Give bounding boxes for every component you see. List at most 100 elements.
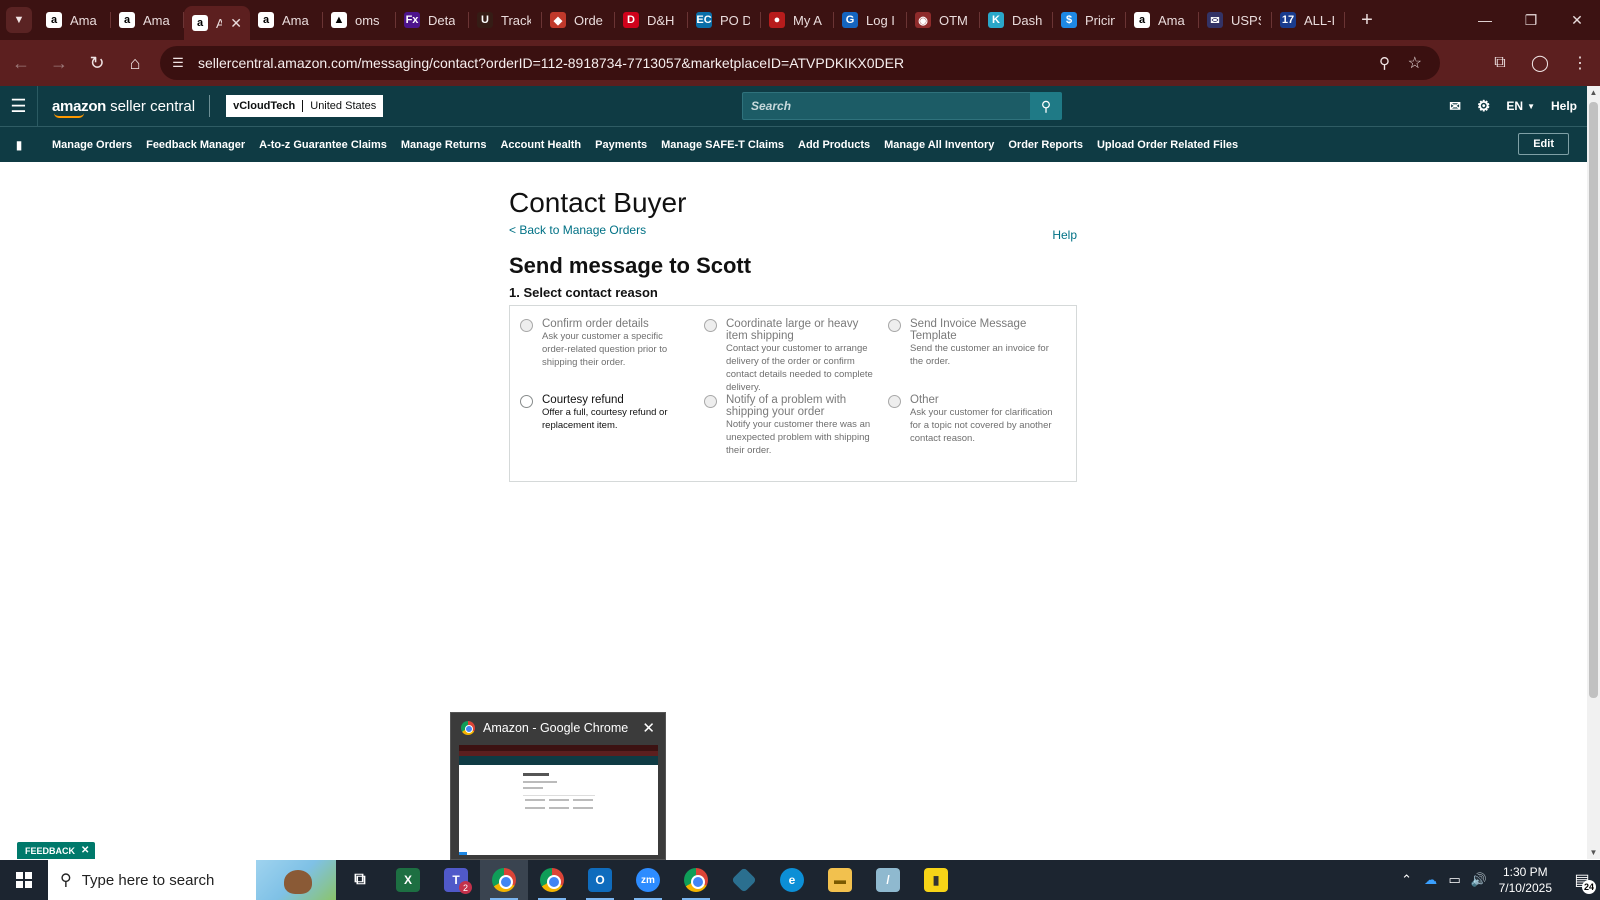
nav-link[interactable]: A-to-z Guarantee Claims (259, 139, 387, 151)
browser-tab[interactable]: ✉ USPS (1199, 0, 1272, 40)
sticky-notes-icon[interactable]: ▮ (912, 860, 960, 900)
nav-link[interactable]: Add Products (798, 139, 870, 151)
browser-tab[interactable]: G Log I (834, 0, 907, 40)
taskbar-search-box[interactable]: ⚲ Type here to search (48, 860, 336, 900)
home-icon[interactable]: ⌂ (118, 46, 152, 80)
page-help-link[interactable]: Help (1052, 228, 1077, 242)
settings-gear-icon[interactable]: ⚙ (1477, 97, 1490, 115)
contact-reason-option[interactable]: Courtesy refund Offer a full, courtesy re… (520, 394, 690, 432)
nav-link[interactable]: Manage Orders (52, 139, 132, 151)
extensions-icon[interactable]: ⧉ (1480, 54, 1520, 72)
search-input[interactable]: Search (742, 92, 1030, 120)
browser-tab[interactable]: Fx Deta (396, 0, 469, 40)
edge-icon[interactable]: e (768, 860, 816, 900)
tab-favicon-icon: a (258, 12, 274, 28)
page-scrollbar[interactable]: ▲ ▼ (1587, 86, 1600, 859)
scrollbar-thumb[interactable] (1589, 102, 1598, 698)
nav-edit-button[interactable]: Edit (1518, 133, 1569, 155)
tab-favicon-icon: 17 (1280, 12, 1296, 28)
taskbar-window-preview[interactable]: Amazon - Google Chrome ✕ (450, 712, 666, 860)
address-bar[interactable]: ☰ sellercentral.amazon.com/messaging/con… (160, 46, 1440, 80)
tab-close-icon[interactable]: ✕ (230, 15, 242, 32)
search-icon[interactable]: ⚲ (1030, 92, 1062, 120)
back-to-manage-orders-link[interactable]: < Back to Manage Orders (509, 223, 1077, 237)
file-explorer-icon[interactable]: ▬ (816, 860, 864, 900)
new-tab-icon[interactable]: + (1355, 9, 1379, 32)
chrome-app-icon[interactable] (672, 860, 720, 900)
menu-icon[interactable]: ⋮ (1560, 53, 1600, 73)
browser-tab[interactable]: K Dash (980, 0, 1053, 40)
reason-label: Coordinate large or heavy item shipping (726, 318, 859, 342)
browser-tab[interactable]: 17 ALL-I (1272, 0, 1345, 40)
forward-icon[interactable]: → (42, 46, 76, 80)
chrome-profile-taskbar-icon[interactable] (528, 860, 576, 900)
radio-button[interactable] (520, 395, 533, 408)
browser-tab[interactable]: ◆ Orde (542, 0, 615, 40)
feedback-tab[interactable]: FEEDBACK ✕ (17, 842, 96, 859)
nav-link[interactable]: Manage SAFE-T Claims (661, 139, 784, 151)
browser-tab[interactable]: U Track (469, 0, 542, 40)
browser-tab[interactable]: ▲ oms (323, 0, 396, 40)
browser-tab[interactable]: ● My A (761, 0, 834, 40)
task-view-icon[interactable]: ⧉ (336, 860, 384, 900)
nav-link[interactable]: Manage All Inventory (884, 139, 994, 151)
tab-search-icon[interactable]: ▼ (6, 7, 32, 33)
zoom-glyph: zm (636, 868, 660, 892)
bookmark-icon[interactable]: ▮ (0, 138, 38, 152)
volume-icon[interactable]: 🔊 (1467, 872, 1491, 888)
browser-tab[interactable]: EC PO D (688, 0, 761, 40)
outlook-icon[interactable]: O (576, 860, 624, 900)
restore-icon[interactable]: ❐ (1508, 0, 1554, 40)
nav-link[interactable]: Payments (595, 139, 647, 151)
hamburger-menu-icon[interactable]: ☰ (0, 86, 38, 126)
browser-tab[interactable]: D D&H (615, 0, 688, 40)
feedback-close-icon[interactable]: ✕ (81, 845, 89, 856)
tab-label: Track (501, 12, 531, 28)
back-icon[interactable]: ← (4, 46, 38, 80)
scroll-down-icon[interactable]: ▼ (1587, 848, 1600, 857)
nav-link[interactable]: Order Reports (1008, 139, 1083, 151)
browser-tab[interactable]: a Ama (1126, 0, 1199, 40)
app-notes-icon[interactable]: / (864, 860, 912, 900)
browser-tab[interactable]: a Ama (111, 0, 184, 40)
browser-tab[interactable]: a A ✕ (184, 6, 250, 40)
nav-link[interactable]: Manage Returns (401, 139, 487, 151)
url-text[interactable]: sellercentral.amazon.com/messaging/conta… (198, 55, 904, 71)
browser-tab[interactable]: a Ama (250, 0, 323, 40)
zoom-icon[interactable]: ⚲ (1379, 54, 1390, 72)
preview-close-icon[interactable]: ✕ (642, 719, 655, 737)
scroll-up-icon[interactable]: ▲ (1587, 88, 1600, 97)
excel-icon[interactable]: X (384, 860, 432, 900)
store-selector[interactable]: vCloudTech United States (226, 95, 384, 117)
mail-icon[interactable]: ✉ (1449, 98, 1461, 115)
close-window-icon[interactable]: ✕ (1554, 0, 1600, 40)
outlook-glyph: O (588, 868, 612, 892)
tab-favicon-icon: a (1134, 12, 1150, 28)
notification-center-icon[interactable]: ▤ 24 (1564, 860, 1600, 900)
nav-link[interactable]: Feedback Manager (146, 139, 245, 151)
header-help-link[interactable]: Help (1551, 99, 1577, 113)
minimize-icon[interactable]: — (1462, 0, 1508, 40)
profile-icon[interactable]: ◯ (1520, 53, 1560, 73)
seller-central-logo[interactable]: amazon seller central (52, 95, 211, 118)
clock[interactable]: 1:30 PM 7/10/2025 (1499, 864, 1552, 896)
site-info-icon[interactable]: ☰ (164, 49, 192, 77)
preview-thumbnail[interactable] (459, 745, 658, 855)
network-icon[interactable]: ▭ (1443, 872, 1467, 888)
nav-link[interactable]: Upload Order Related Files (1097, 139, 1238, 151)
browser-tab[interactable]: $ Pricin (1053, 0, 1126, 40)
teams-icon[interactable]: T2 (432, 860, 480, 900)
bookmark-star-icon[interactable]: ☆ (1408, 53, 1422, 73)
browser-tab[interactable]: a Ama (38, 0, 111, 40)
language-selector[interactable]: EN ▼ (1506, 99, 1535, 113)
browser-tab[interactable]: ◉ OTM (907, 0, 980, 40)
chrome-taskbar-icon[interactable] (480, 860, 528, 900)
nav-link[interactable]: Account Health (500, 139, 581, 151)
onedrive-icon[interactable]: ☁ (1419, 872, 1443, 888)
reason-label: Notify of a problem with shipping your o… (726, 394, 847, 418)
app-hexagon-icon[interactable] (720, 860, 768, 900)
reload-icon[interactable]: ↻ (80, 46, 114, 80)
start-button[interactable] (0, 860, 48, 900)
zoom-app-icon[interactable]: zm (624, 860, 672, 900)
show-hidden-icons-icon[interactable]: ⌃ (1395, 872, 1419, 888)
